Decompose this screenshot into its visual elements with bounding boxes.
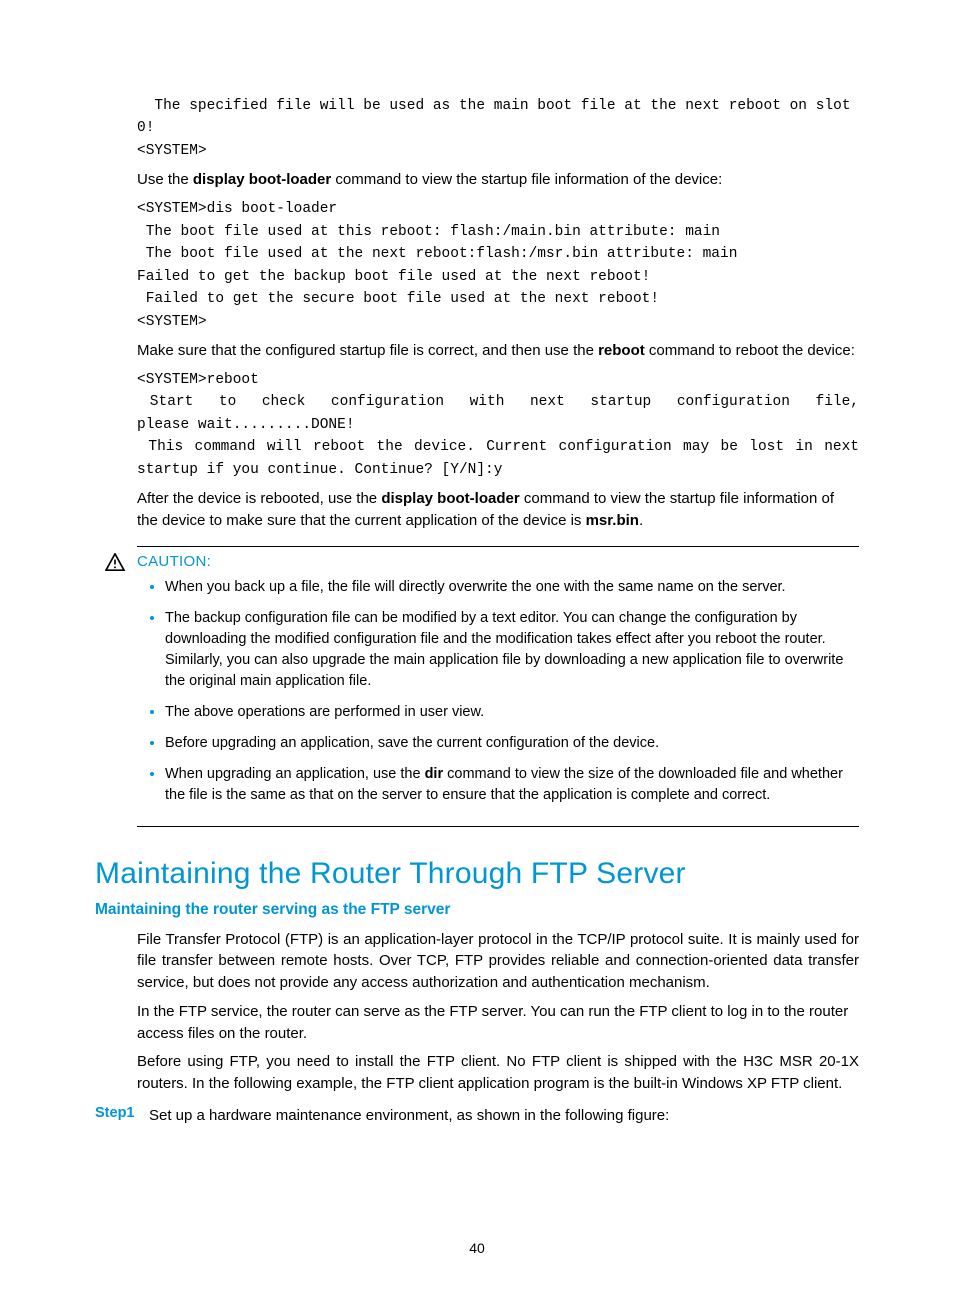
text: When upgrading an application, use the: [165, 766, 425, 782]
paragraph: Before using FTP, you need to install th…: [137, 1051, 859, 1095]
heading-2: Maintaining the router serving as the FT…: [95, 901, 859, 919]
caution-label: CAUTION:: [137, 553, 211, 570]
text-bold: msr.bin: [586, 512, 639, 529]
paragraph: In the FTP service, the router can serve…: [137, 1001, 859, 1045]
text-bold: display boot-loader: [193, 171, 331, 188]
text-bold: dir: [425, 766, 444, 782]
caution-box: CAUTION: When you back up a file, the fi…: [137, 546, 859, 827]
list-item: When upgrading an application, use the d…: [165, 764, 859, 806]
text-bold: reboot: [598, 342, 645, 359]
text: command to view the startup file informa…: [331, 171, 722, 188]
list-item: The backup configuration file can be mod…: [165, 608, 859, 692]
step-text: Set up a hardware maintenance environmen…: [149, 1105, 669, 1127]
code-block: <SYSTEM>dis boot-loader The boot file us…: [137, 198, 859, 333]
list-item: The above operations are performed in us…: [165, 702, 859, 723]
paragraph: After the device is rebooted, use the di…: [137, 488, 859, 532]
text: Make sure that the configured startup fi…: [137, 342, 598, 359]
text-bold: display boot-loader: [381, 490, 519, 507]
caution-list: When you back up a file, the file will d…: [137, 577, 859, 806]
code-block: The specified file will be used as the m…: [137, 95, 859, 162]
text: command to reboot the device:: [645, 342, 855, 359]
paragraph: File Transfer Protocol (FTP) is an appli…: [137, 929, 859, 994]
paragraph: Make sure that the configured startup fi…: [137, 340, 859, 362]
heading-1: Maintaining the Router Through FTP Serve…: [95, 857, 859, 891]
text: After the device is rebooted, use the: [137, 490, 381, 507]
text: .: [639, 512, 643, 529]
code-block: <SYSTEM>reboot Start to check configurat…: [137, 369, 859, 481]
paragraph: Use the display boot-loader command to v…: [137, 169, 859, 191]
step-row: Step1 Set up a hardware maintenance envi…: [95, 1105, 859, 1127]
step-label: Step1: [95, 1105, 135, 1127]
warning-icon: [105, 553, 125, 571]
text: Use the: [137, 171, 193, 188]
page-number: 40: [0, 1240, 954, 1256]
list-item: Before upgrading an application, save th…: [165, 733, 859, 754]
list-item: When you back up a file, the file will d…: [165, 577, 859, 598]
